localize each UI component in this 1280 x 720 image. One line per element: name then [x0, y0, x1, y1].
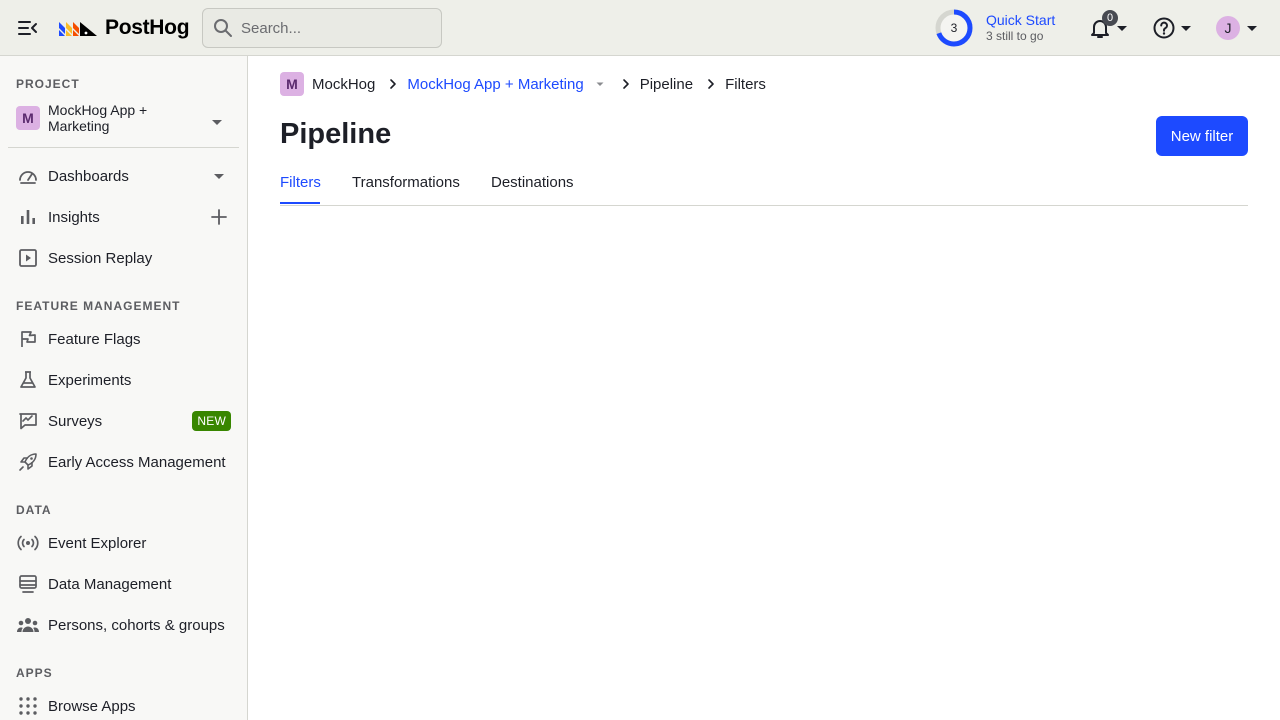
- sidebar-item-label: Data Management: [48, 575, 172, 593]
- sidebar-item-early-access-management[interactable]: Early Access Management: [8, 444, 239, 480]
- play-square-icon: [16, 246, 40, 270]
- project-switcher[interactable]: M MockHog App + Marketing: [8, 98, 239, 138]
- user-avatar: J: [1216, 16, 1240, 40]
- gauge-icon: [16, 164, 40, 188]
- chevron-right-icon: [385, 76, 401, 92]
- sidebar-item-browse-apps[interactable]: Browse Apps: [8, 688, 239, 720]
- sidebar-item-insights[interactable]: Insights: [8, 199, 239, 235]
- quick-start-count: 3: [950, 21, 958, 35]
- sidebar-item-label: Browse Apps: [48, 697, 136, 715]
- quick-start-subtitle: 3 still to go: [986, 29, 1044, 43]
- top-bar: PostHog 3 Quick Start 3 still to go 0 J: [0, 0, 1280, 56]
- sidebar-item-label: Dashboards: [48, 167, 129, 185]
- sidebar-item-persons-cohorts-groups[interactable]: Persons, cohorts & groups: [8, 607, 239, 643]
- notifications-button[interactable]: 0: [1088, 10, 1130, 42]
- survey-icon: [16, 409, 40, 433]
- sidebar-item-label: Experiments: [48, 371, 132, 389]
- breadcrumb-page: Filters: [725, 75, 766, 93]
- new-filter-button[interactable]: New filter: [1156, 116, 1248, 156]
- new-badge: NEW: [192, 411, 231, 431]
- people-icon: [16, 613, 40, 637]
- search-box[interactable]: [202, 8, 442, 48]
- chevron-down-icon: [1181, 26, 1191, 31]
- section-label-data: DATA: [16, 503, 52, 517]
- user-menu-button[interactable]: J: [1216, 16, 1260, 40]
- search-icon: [214, 19, 232, 37]
- section-label-feature-management: FEATURE MANAGEMENT: [16, 299, 181, 313]
- logo-text: PostHog: [105, 16, 190, 39]
- tab-label: Filters: [280, 174, 321, 191]
- breadcrumb-project[interactable]: MockHog App + Marketing: [407, 76, 583, 93]
- sidebar-item-label: Feature Flags: [48, 330, 141, 348]
- sidebar-item-feature-flags[interactable]: Feature Flags: [8, 321, 239, 357]
- main-content: M MockHog MockHog App + Marketing Pipeli…: [248, 56, 1280, 720]
- bar-chart-icon: [16, 205, 40, 229]
- flag-icon: [16, 327, 40, 351]
- posthog-logo-icon: [59, 22, 97, 36]
- breadcrumb-org[interactable]: MockHog: [312, 76, 375, 93]
- sidebar-item-data-management[interactable]: Data Management: [8, 566, 239, 602]
- breadcrumb-org-avatar: M: [280, 72, 304, 96]
- section-label-project: PROJECT: [16, 77, 80, 91]
- dashboards-dropdown-icon[interactable]: [207, 164, 231, 188]
- sidebar-item-dashboards[interactable]: Dashboards: [8, 158, 239, 194]
- tab-bar: Filters Transformations Destinations: [280, 164, 1248, 206]
- chevron-right-icon: [618, 76, 634, 92]
- chevron-right-icon: [703, 76, 719, 92]
- notifications-count-badge: 0: [1102, 10, 1118, 26]
- tab-label: Destinations: [491, 174, 574, 191]
- help-button[interactable]: [1152, 14, 1194, 42]
- quick-start-title: Quick Start: [986, 12, 1056, 28]
- chevron-down-icon: [212, 120, 222, 125]
- sidebar-item-label: Persons, cohorts & groups: [48, 616, 225, 634]
- quick-start-progress-ring: 3: [934, 8, 974, 48]
- tab-filters[interactable]: Filters: [280, 174, 321, 204]
- grid-dots-icon: [16, 694, 40, 718]
- sidebar-item-label: Early Access Management: [48, 453, 226, 471]
- breadcrumb: M MockHog MockHog App + Marketing Pipeli…: [280, 72, 766, 96]
- tab-destinations[interactable]: Destinations: [491, 174, 574, 203]
- sidebar-item-label: Insights: [48, 208, 100, 226]
- sidebar-item-label: Event Explorer: [48, 534, 147, 552]
- sidebar-divider: [8, 147, 239, 148]
- search-input[interactable]: [241, 19, 421, 37]
- section-label-apps: APPS: [16, 666, 53, 680]
- plus-icon[interactable]: [207, 205, 231, 229]
- rocket-icon: [16, 450, 40, 474]
- tab-transformations[interactable]: Transformations: [352, 174, 460, 203]
- active-tab-indicator: [280, 202, 320, 204]
- quick-start-button[interactable]: 3 Quick Start 3 still to go: [934, 8, 1055, 48]
- tab-label: Transformations: [352, 174, 460, 191]
- broadcast-icon: [16, 531, 40, 555]
- sidebar: PROJECT M MockHog App + Marketing Dashbo…: [0, 56, 248, 720]
- project-avatar: M: [16, 106, 40, 130]
- sidebar-item-session-replay[interactable]: Session Replay: [8, 240, 239, 276]
- sidebar-item-event-explorer[interactable]: Event Explorer: [8, 525, 239, 561]
- chevron-down-icon: [1247, 26, 1257, 31]
- chevron-down-icon[interactable]: [592, 76, 608, 92]
- help-icon: [1153, 17, 1175, 39]
- sidebar-item-label: Surveys: [48, 412, 103, 430]
- sidebar-item-surveys[interactable]: Surveys NEW: [8, 403, 239, 439]
- breadcrumb-section[interactable]: Pipeline: [640, 76, 693, 93]
- project-name: MockHog App + Marketing: [48, 102, 148, 134]
- sidebar-item-experiments[interactable]: Experiments: [8, 362, 239, 398]
- database-icon: [16, 572, 40, 596]
- posthog-logo[interactable]: PostHog: [59, 16, 190, 40]
- menu-collapse-icon[interactable]: [16, 16, 40, 40]
- flask-icon: [16, 368, 40, 392]
- sidebar-item-label: Session Replay: [48, 249, 153, 267]
- page-title: Pipeline: [280, 118, 392, 150]
